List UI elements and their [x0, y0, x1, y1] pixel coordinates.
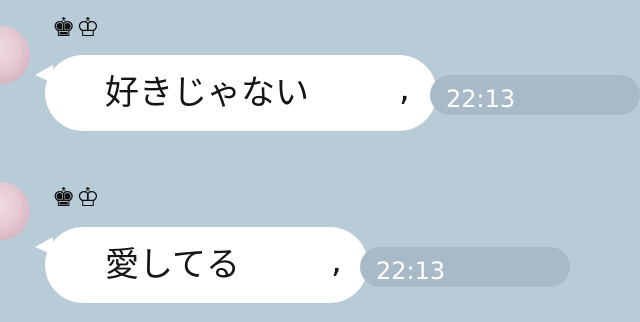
chat-message: ♚♔ 好きじゃない , 22:13 — [0, 0, 640, 150]
chat-message: ♚♔ 愛してる , 22:13 — [0, 172, 640, 322]
message-timestamp: 22:13 — [376, 257, 446, 285]
sender-avatar[interactable] — [0, 26, 30, 84]
message-trailing-text: , — [399, 69, 410, 109]
sender-avatar[interactable] — [0, 182, 30, 240]
message-bubble[interactable]: 愛してる , — [35, 227, 368, 303]
message-timestamp: 22:13 — [446, 85, 516, 113]
message-bubble[interactable]: 好きじゃない , — [35, 55, 437, 131]
message-trailing-text: , — [331, 241, 342, 281]
message-text: 好きじゃない — [105, 73, 309, 113]
sender-name: ♚♔ — [52, 13, 101, 43]
sender-name: ♚♔ — [52, 183, 101, 213]
message-text: 愛してる — [105, 245, 240, 285]
